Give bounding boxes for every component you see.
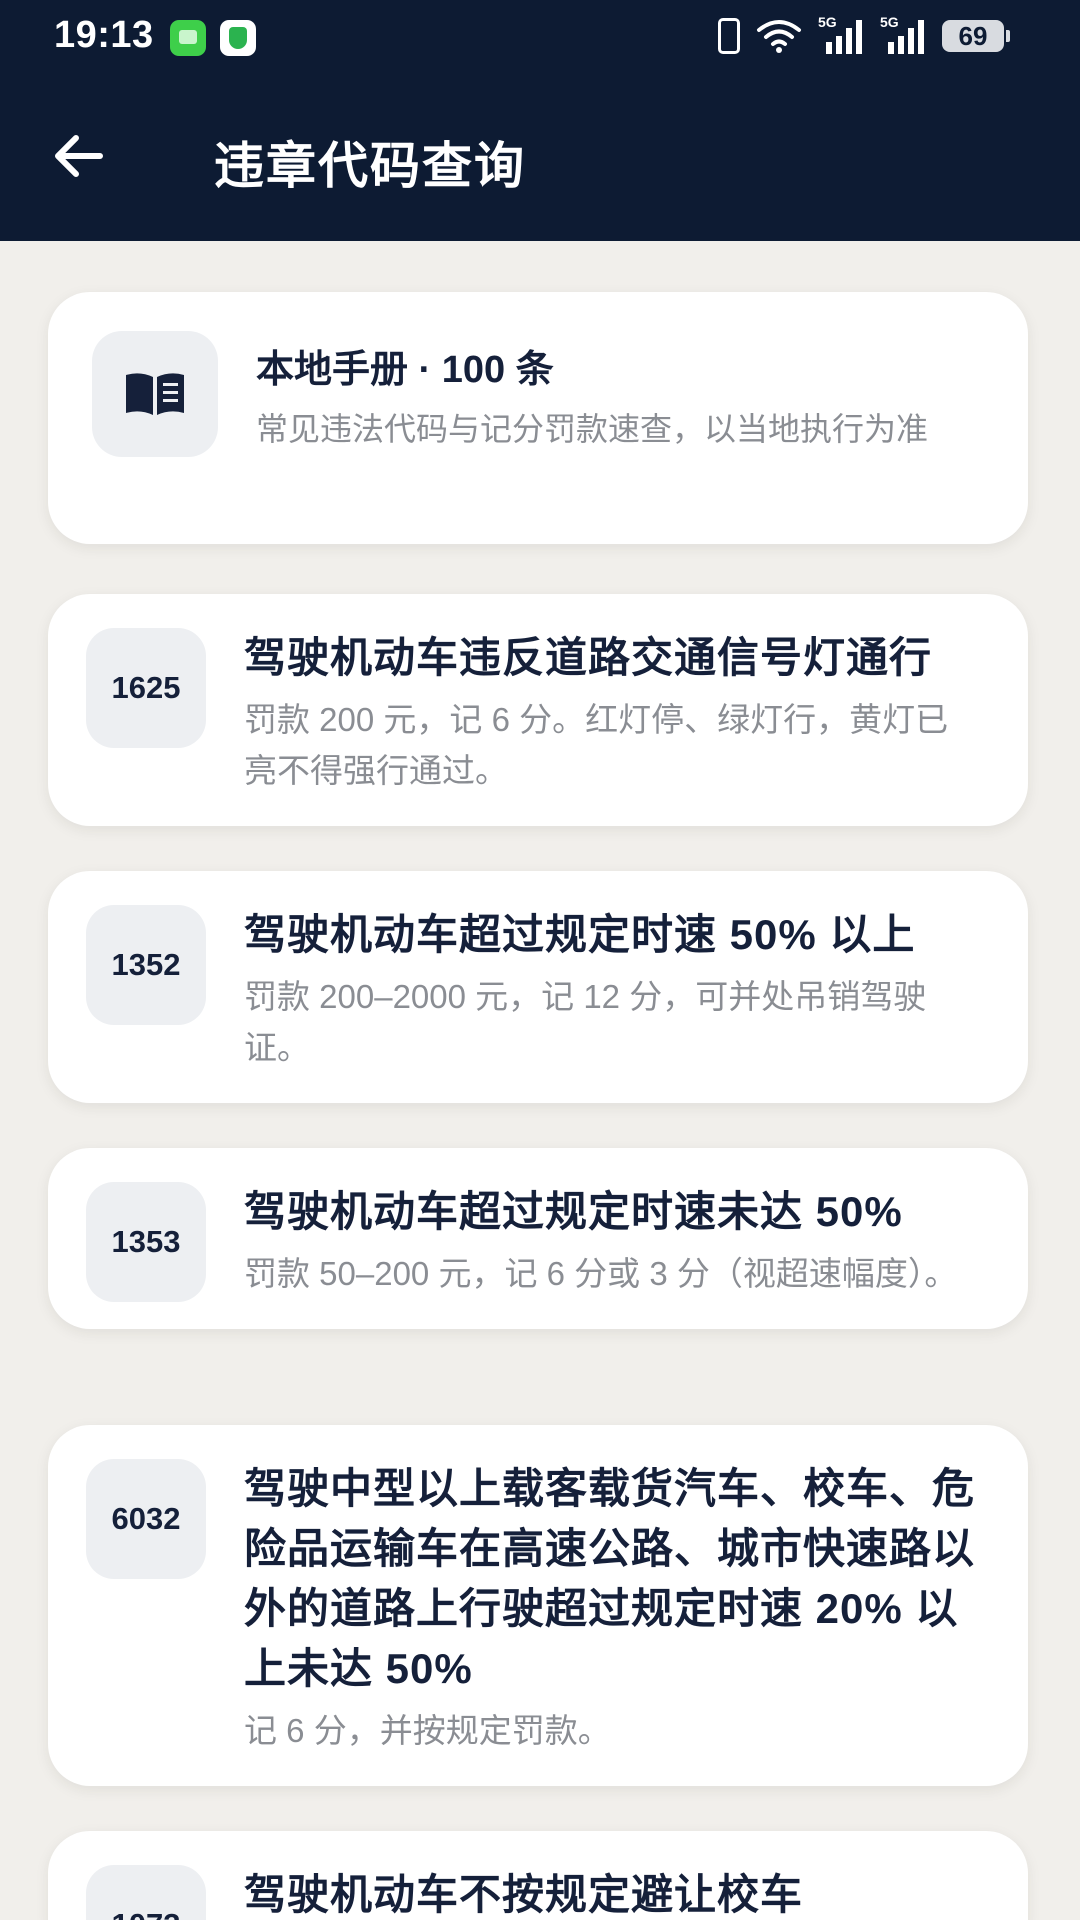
rule-title: 驾驶机动车超过规定时速未达 50% bbox=[244, 1188, 903, 1235]
rule-card[interactable]: 1352 驾驶机动车超过规定时速 50% 以上 罚款 200–2000 元，记 … bbox=[48, 871, 1028, 1103]
wifi-icon bbox=[756, 18, 802, 54]
violation-code-badge: 1352 bbox=[86, 905, 206, 1025]
violation-code-badge: 6032 bbox=[86, 1459, 206, 1579]
shield-app-icon bbox=[220, 20, 256, 56]
rule-title: 驾驶机动车不按规定避让校车 bbox=[244, 1871, 804, 1918]
rule-card[interactable]: 1353 驾驶机动车超过规定时速未达 50% 罚款 50–200 元，记 6 分… bbox=[48, 1148, 1028, 1329]
manual-info-card: 本地手册 · 100 条 常见违法代码与记分罚款速查，以当地执行为准 bbox=[48, 292, 1028, 544]
manual-title: 本地手册 · 100 条 bbox=[256, 349, 554, 391]
rule-card[interactable]: 6032 驾驶中型以上载客载货汽车、校车、危险品运输车在高速公路、城市快速路以外… bbox=[48, 1425, 1028, 1786]
violation-code-badge: 1073 bbox=[86, 1865, 206, 1920]
status-indicators: 5G 5G 69 bbox=[718, 14, 1010, 56]
content-list[interactable]: 本地手册 · 100 条 常见违法代码与记分罚款速查，以当地执行为准 1625 … bbox=[0, 241, 1080, 1920]
book-icon-box bbox=[92, 331, 218, 457]
battery-icon: 69 bbox=[942, 20, 1010, 52]
status-time: 19:13 bbox=[54, 14, 154, 56]
rule-description: 记 6 分，并按规定罚款。 bbox=[244, 1712, 611, 1749]
rule-title: 驾驶机动车超过规定时速 50% 以上 bbox=[244, 911, 916, 958]
rule-card[interactable]: 1073 驾驶机动车不按规定避让校车 bbox=[48, 1831, 1028, 1920]
signal-icon: 5G bbox=[880, 14, 926, 56]
page-title: 违章代码查询 bbox=[214, 138, 526, 194]
status-bar: 19:13 5G 5G 69 bbox=[0, 0, 1080, 78]
manual-description: 常见违法代码与记分罚款速查，以当地执行为准 bbox=[256, 411, 929, 447]
rule-description: 罚款 200 元，记 6 分。红灯停、绿灯行，黄灯已亮不得强行通过。 bbox=[244, 701, 949, 789]
violation-code-badge: 1625 bbox=[86, 628, 206, 748]
rule-card[interactable]: 1625 驾驶机动车违反道路交通信号灯通行 罚款 200 元，记 6 分。红灯停… bbox=[48, 594, 1028, 826]
rule-description: 罚款 50–200 元，记 6 分或 3 分（视超速幅度）。 bbox=[244, 1255, 958, 1292]
violation-code-badge: 1353 bbox=[86, 1182, 206, 1302]
signal-icon: 5G bbox=[818, 14, 864, 56]
chat-app-icon bbox=[170, 20, 206, 56]
book-icon bbox=[126, 373, 184, 415]
app-bar: 违章代码查询 bbox=[0, 78, 1080, 241]
rule-description: 罚款 200–2000 元，记 12 分，可并处吊销驾驶证。 bbox=[244, 978, 927, 1066]
arrow-left-icon bbox=[55, 135, 103, 177]
rule-title: 驾驶中型以上载客载货汽车、校车、危险品运输车在高速公路、城市快速路以外的道路上行… bbox=[244, 1465, 976, 1692]
back-button[interactable] bbox=[38, 116, 118, 196]
vibrate-icon bbox=[718, 18, 740, 54]
rule-title: 驾驶机动车违反道路交通信号灯通行 bbox=[244, 634, 933, 681]
